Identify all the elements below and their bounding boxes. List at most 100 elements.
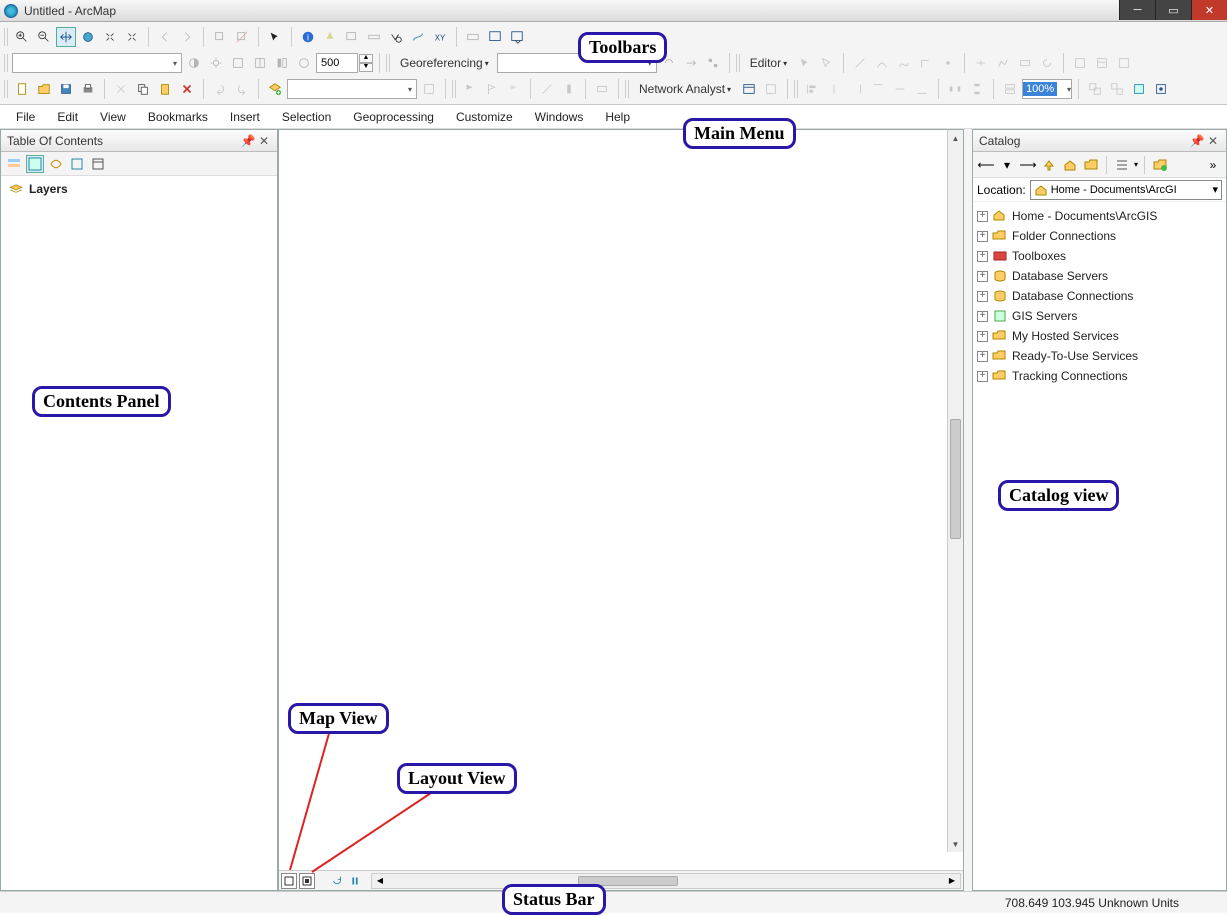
georeferencing-menu[interactable]: Georeferencing▾ — [394, 53, 495, 73]
catalog-options-icon[interactable]: » — [1204, 156, 1222, 174]
group-icon[interactable] — [1085, 79, 1105, 99]
na-barrier-icon[interactable] — [559, 79, 579, 99]
edit-vertices-icon[interactable] — [817, 53, 837, 73]
distribute-v-icon[interactable] — [967, 79, 987, 99]
menu-bookmarks[interactable]: Bookmarks — [138, 107, 218, 127]
open-icon[interactable] — [34, 79, 54, 99]
right-angle-icon[interactable] — [916, 53, 936, 73]
effects-rate-icon[interactable] — [294, 53, 314, 73]
hyperlink-icon[interactable] — [320, 27, 340, 47]
align-center-icon[interactable] — [824, 79, 844, 99]
pan-icon[interactable] — [56, 27, 76, 47]
align-left-icon[interactable] — [802, 79, 822, 99]
georef-target-combo[interactable]: ▾ — [497, 53, 657, 73]
catalog-back-icon[interactable]: ⟵ — [977, 156, 995, 174]
toolbar-grip[interactable] — [4, 28, 10, 46]
create-features-icon[interactable] — [1114, 53, 1134, 73]
georef-controlpts-icon[interactable] — [703, 53, 723, 73]
toolbar-grip[interactable] — [794, 80, 800, 98]
layout-props-icon[interactable] — [1151, 79, 1171, 99]
zoom-in-icon[interactable] — [12, 27, 32, 47]
effects-brightness-icon[interactable] — [206, 53, 226, 73]
toolbar-grip[interactable] — [736, 54, 742, 72]
close-panel-icon[interactable]: ✕ — [1206, 134, 1220, 148]
swipe-icon[interactable] — [250, 53, 270, 73]
edit-tool-icon[interactable] — [795, 53, 815, 73]
menu-windows[interactable]: Windows — [525, 107, 594, 127]
georef-rotate-icon[interactable] — [659, 53, 679, 73]
tree-item-gis-servers[interactable]: +GIS Servers — [977, 306, 1222, 326]
cut-polygons-icon[interactable] — [1015, 53, 1035, 73]
rotate-edit-icon[interactable] — [1037, 53, 1057, 73]
flicker-icon[interactable] — [272, 53, 292, 73]
flicker-rate-spinner[interactable]: ▲▼ — [359, 54, 373, 72]
layout-view-button[interactable] — [299, 873, 315, 889]
align-middle-icon[interactable] — [890, 79, 910, 99]
flicker-rate-input[interactable]: 500 — [316, 53, 358, 73]
tree-item-database-connections[interactable]: +Database Connections — [977, 286, 1222, 306]
align-right-icon[interactable] — [846, 79, 866, 99]
split-icon[interactable] — [971, 53, 991, 73]
sketch-props-icon[interactable] — [1092, 53, 1112, 73]
forward-icon[interactable] — [177, 27, 197, 47]
close-panel-icon[interactable]: ✕ — [257, 134, 271, 148]
find-icon[interactable] — [386, 27, 406, 47]
close-button[interactable]: ✕ — [1191, 0, 1227, 20]
map-scale-combo[interactable]: ▾ — [287, 79, 417, 99]
zoom-out-icon[interactable] — [34, 27, 54, 47]
pin-icon[interactable]: 📌 — [241, 134, 255, 148]
menu-file[interactable]: File — [6, 107, 45, 127]
na-flag2-icon[interactable] — [482, 79, 502, 99]
toggle-draft-icon[interactable] — [1129, 79, 1149, 99]
layers-root-node[interactable]: Layers — [9, 182, 269, 196]
list-by-visibility-icon[interactable] — [47, 155, 65, 173]
identify-icon[interactable]: i — [298, 27, 318, 47]
redo-icon[interactable] — [232, 79, 252, 99]
location-input[interactable]: Home - Documents\ArcGI ▾ — [1030, 180, 1222, 200]
vertical-scrollbar[interactable]: ▲ ▼ — [947, 130, 963, 852]
ungroup-icon[interactable] — [1107, 79, 1127, 99]
full-extent-icon[interactable] — [78, 27, 98, 47]
save-icon[interactable] — [56, 79, 76, 99]
distribute-h-icon[interactable] — [945, 79, 965, 99]
clear-selection-icon[interactable] — [232, 27, 252, 47]
menu-geoprocessing[interactable]: Geoprocessing — [343, 107, 444, 127]
tree-item-hosted-services[interactable]: +My Hosted Services — [977, 326, 1222, 346]
fixed-zoom-out-icon[interactable] — [122, 27, 142, 47]
catalog-home-icon[interactable] — [1061, 156, 1079, 174]
menu-customize[interactable]: Customize — [446, 107, 523, 127]
toolbar-grip[interactable] — [625, 80, 631, 98]
fixed-zoom-in-icon[interactable] — [100, 27, 120, 47]
straight-segment-icon[interactable] — [850, 53, 870, 73]
arc-segment-icon[interactable] — [872, 53, 892, 73]
catalog-list-icon[interactable] — [1113, 156, 1131, 174]
catalog-connect-folder-icon[interactable] — [1151, 156, 1169, 174]
horizontal-scrollbar[interactable]: ◀ ▶ — [371, 873, 961, 889]
pause-icon[interactable] — [347, 873, 363, 889]
viewer-dropdown-icon[interactable] — [507, 27, 527, 47]
menu-edit[interactable]: Edit — [47, 107, 88, 127]
effects-transparency-icon[interactable] — [228, 53, 248, 73]
page-zoom-combo[interactable]: 100%▾ — [1022, 79, 1072, 99]
editor-toolbar-icon[interactable] — [419, 79, 439, 99]
georef-layer-combo[interactable]: ▾ — [12, 53, 182, 73]
same-width-icon[interactable] — [1000, 79, 1020, 99]
menu-insert[interactable]: Insert — [220, 107, 270, 127]
na-flag1-icon[interactable] — [460, 79, 480, 99]
catalog-up-icon[interactable] — [1040, 156, 1058, 174]
toolbar-grip[interactable] — [386, 54, 392, 72]
add-data-icon[interactable] — [265, 79, 285, 99]
toc-options-icon[interactable] — [89, 155, 107, 173]
map-canvas[interactable]: ▲ ▼ — [279, 130, 963, 870]
html-popup-icon[interactable] — [342, 27, 362, 47]
catalog-back-menu-icon[interactable]: ▾ — [998, 156, 1016, 174]
go-to-xy-icon[interactable]: XY — [430, 27, 450, 47]
maximize-button[interactable]: ▭ — [1155, 0, 1191, 20]
georef-shift-icon[interactable] — [681, 53, 701, 73]
copy-icon[interactable] — [133, 79, 153, 99]
tree-item-database-servers[interactable]: +Database Servers — [977, 266, 1222, 286]
na-build-icon[interactable] — [761, 79, 781, 99]
toolbar-grip[interactable] — [4, 80, 10, 98]
minimize-button[interactable]: ─ — [1119, 0, 1155, 20]
network-analyst-menu[interactable]: Network Analyst▾ — [633, 79, 737, 99]
